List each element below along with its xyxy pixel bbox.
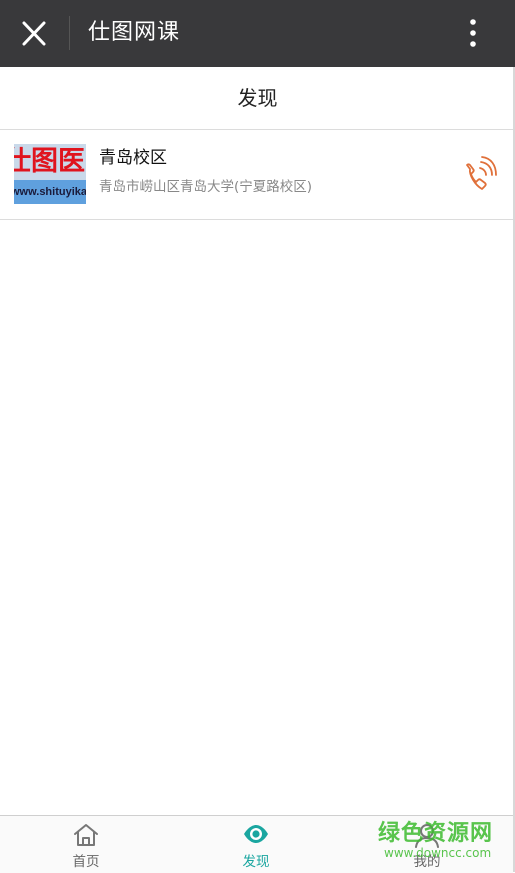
home-icon (74, 824, 98, 846)
close-button[interactable] (17, 18, 51, 50)
thumbnail-text-bottom: www.shituyikao.com (14, 180, 86, 204)
close-icon (22, 21, 46, 46)
list-item-address: 青岛市崂山区青岛大学(宁夏路校区) (99, 179, 313, 195)
thumbnail-text-top: 仕图医 (14, 144, 86, 180)
tab-mine-label: 我的 (413, 854, 441, 870)
list-item[interactable]: 仕图医 www.shituyikao.com 青岛校区 青岛市崂山区青岛大学(宁… (0, 130, 513, 220)
app-title: 仕图网课 (88, 20, 181, 45)
phone-icon (466, 156, 497, 190)
user-icon (415, 824, 439, 848)
call-button[interactable] (460, 155, 498, 195)
campus-thumbnail: 仕图医 www.shituyikao.com (14, 144, 86, 204)
list-item-title: 青岛校区 (99, 148, 167, 168)
tab-discover[interactable]: 发现 (196, 816, 316, 873)
page-title: 发现 (237, 86, 278, 110)
tab-discover-label: 发现 (242, 854, 270, 870)
tab-home[interactable]: 首页 (26, 816, 146, 873)
top-bar: 仕图网课 (0, 0, 515, 67)
title-divider (69, 16, 70, 50)
tab-home-label: 首页 (72, 854, 100, 870)
eye-icon (244, 825, 268, 843)
page-header: 发现 (0, 67, 515, 130)
more-menu-button[interactable] (460, 17, 486, 49)
more-vertical-icon (470, 19, 476, 47)
tab-mine[interactable]: 我的 (367, 816, 487, 873)
bottom-tab-bar: 首页 发现 我的 (0, 815, 513, 873)
